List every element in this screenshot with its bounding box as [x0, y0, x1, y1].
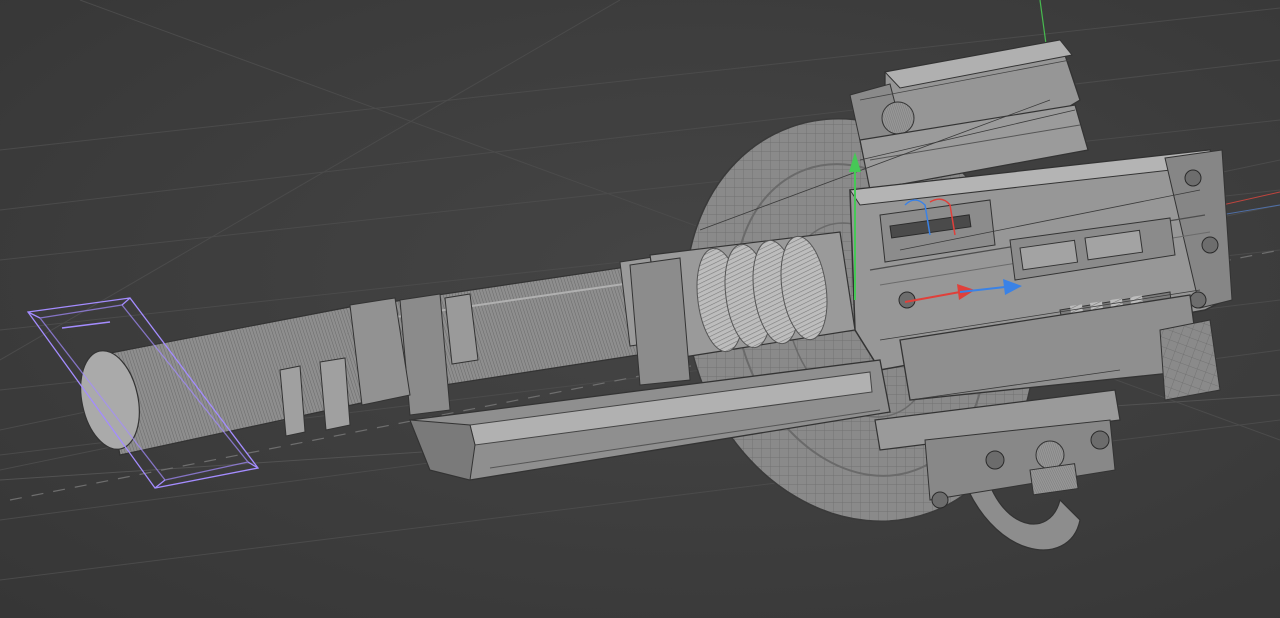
bottom-mount[interactable] [924, 419, 1116, 551]
3d-viewport[interactable] [0, 0, 1280, 618]
viewport-canvas[interactable] [0, 0, 1280, 618]
grid-axis-y-green [1039, 0, 1047, 45]
barrel-tube[interactable] [369, 255, 671, 416]
